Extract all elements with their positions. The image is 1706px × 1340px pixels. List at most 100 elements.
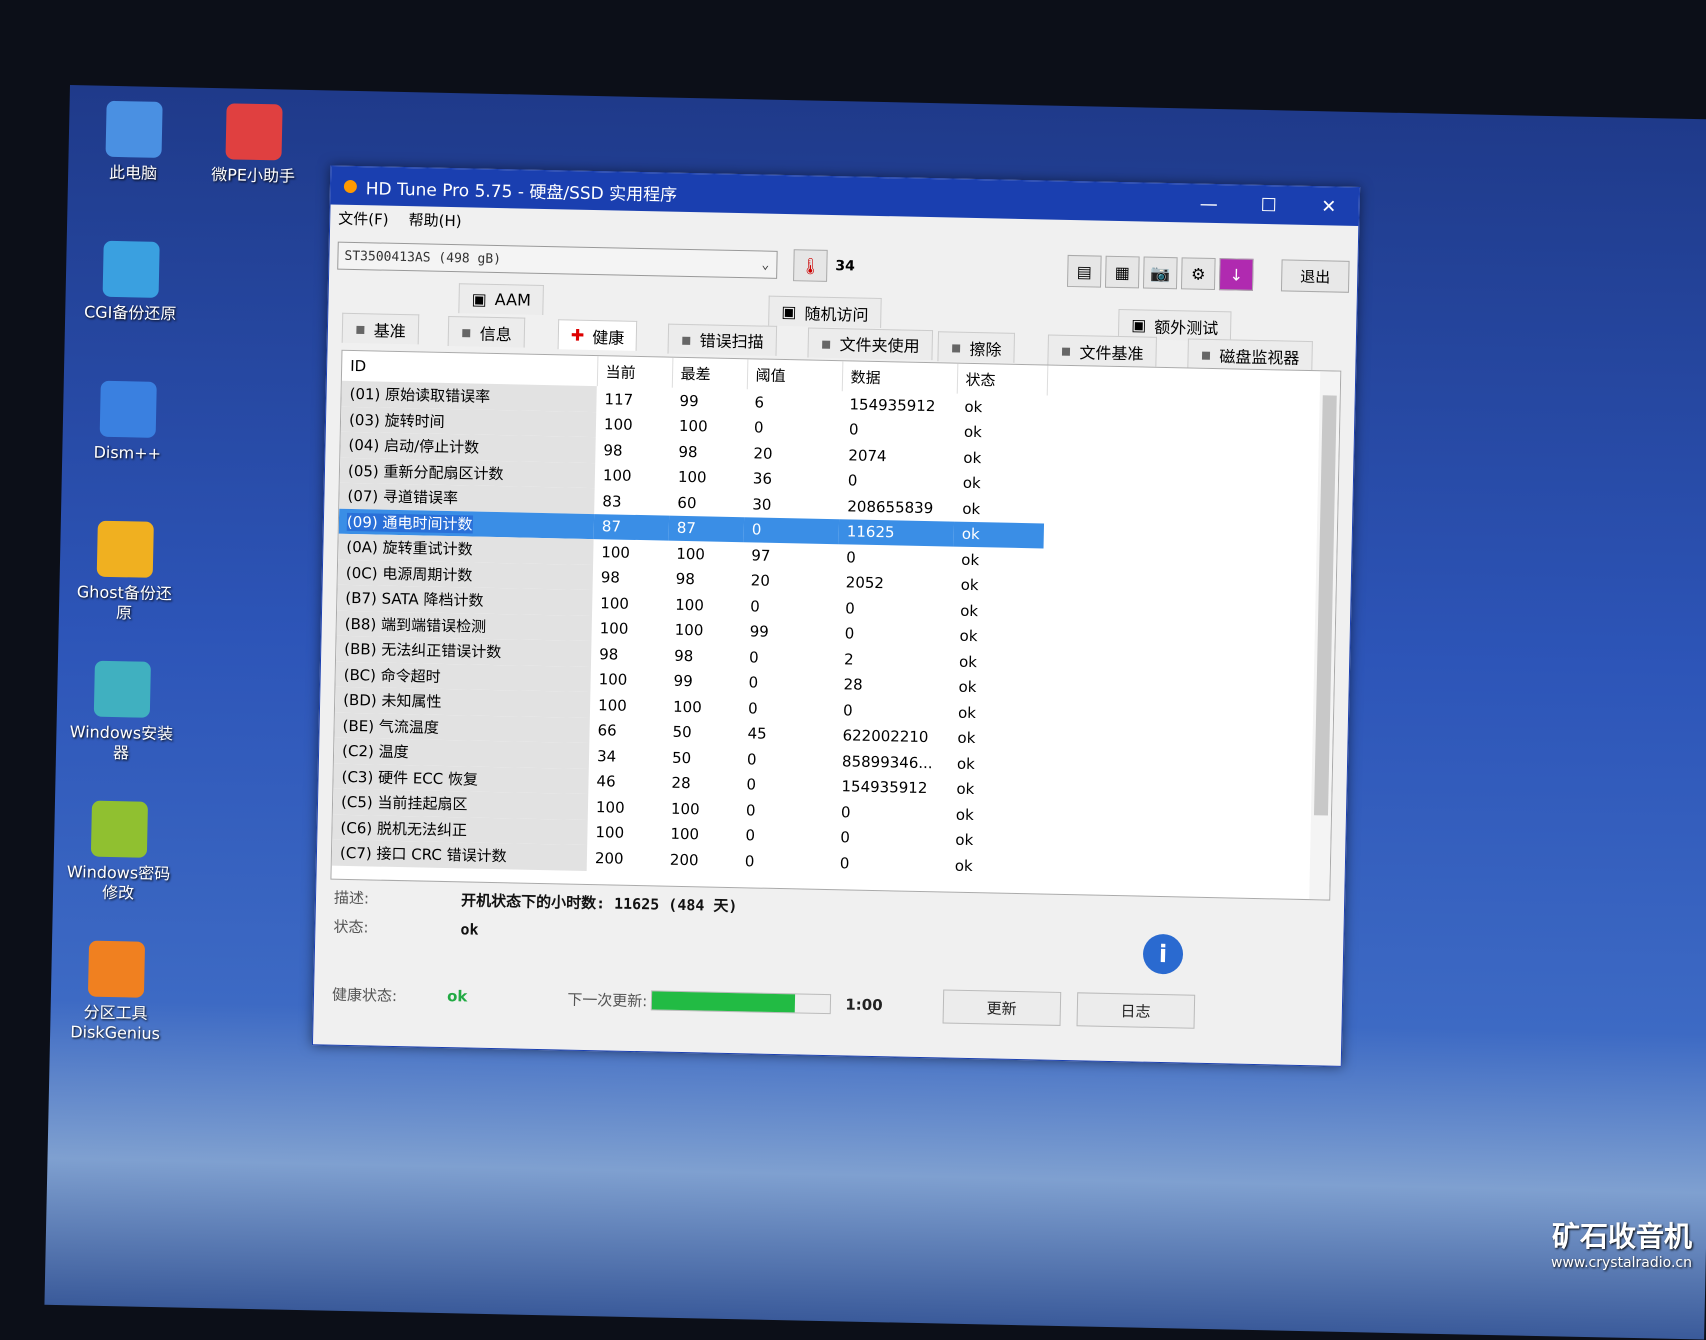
cell-text: 200 bbox=[669, 850, 699, 870]
scrollbar-thumb[interactable] bbox=[1313, 395, 1337, 816]
tab-top[interactable]: ▣ 随机访问 bbox=[768, 295, 882, 329]
table-cell: 36 bbox=[745, 466, 841, 493]
cell-text: 50 bbox=[672, 723, 692, 742]
cell-text: 20 bbox=[753, 444, 773, 463]
table-cell: 100 bbox=[588, 794, 664, 821]
table-cell: 100 bbox=[590, 667, 666, 694]
tab[interactable]: ▪ 错误扫描 bbox=[667, 323, 777, 356]
table-cell: 98 bbox=[591, 641, 667, 668]
minimize-button[interactable]: — bbox=[1179, 193, 1239, 215]
desktop-icon[interactable]: Dism++ bbox=[72, 380, 184, 464]
maximize-button[interactable]: ☐ bbox=[1239, 194, 1299, 216]
cell-text: 0 bbox=[748, 673, 759, 692]
cell-text: 100 bbox=[674, 621, 704, 640]
table-cell: 20 bbox=[745, 440, 841, 467]
desktop-icon[interactable]: 此电脑 bbox=[78, 100, 190, 184]
table-cell: 200 bbox=[662, 847, 738, 874]
cell-text: (C7) 接口 CRC 错误计数 bbox=[339, 844, 507, 866]
cell-text: ok bbox=[963, 448, 982, 467]
table-cell: 622002210 bbox=[834, 723, 950, 751]
app-icon: ● bbox=[342, 175, 359, 197]
cell-text: 100 bbox=[601, 542, 631, 562]
table-cell: 0 bbox=[739, 746, 835, 773]
cell-text: 0 bbox=[839, 854, 850, 873]
column-header[interactable]: 最差 bbox=[671, 357, 748, 390]
desktop-icon-label: 此电脑 bbox=[108, 162, 158, 183]
options-button[interactable]: ⚙ bbox=[1180, 257, 1216, 291]
table-cell: 100 bbox=[668, 541, 744, 568]
desktop-icon[interactable]: Windows密码修改 bbox=[63, 800, 175, 904]
tab-icon: ▣ bbox=[471, 289, 487, 309]
desktop-icon-label: Windows密码修改 bbox=[66, 862, 171, 903]
cell-text: 99 bbox=[679, 391, 699, 410]
tab[interactable]: ▪ 擦除 bbox=[937, 331, 1015, 363]
table-cell: 87 bbox=[593, 513, 670, 541]
desktop-icon[interactable]: CGI备份还原 bbox=[75, 240, 187, 324]
table-cell: (C7) 接口 CRC 错误计数 bbox=[331, 839, 588, 871]
tab[interactable]: ▪ 磁盘监视器 bbox=[1187, 338, 1313, 372]
tab[interactable]: ▪ 文件基准 bbox=[1047, 334, 1157, 367]
tab-top[interactable]: ▣ AAM bbox=[458, 283, 545, 315]
tab[interactable]: ▪ 基准 bbox=[341, 312, 420, 345]
exit-button[interactable]: 退出 bbox=[1280, 259, 1350, 293]
cell-text: 100 bbox=[597, 695, 627, 715]
download-button[interactable]: ↓ bbox=[1218, 258, 1254, 291]
tab-label: 文件夹使用 bbox=[839, 335, 920, 357]
cell-text: (B7) SATA 降档计数 bbox=[345, 589, 484, 611]
close-button[interactable]: ✕ bbox=[1299, 195, 1359, 217]
table-cell: 100 bbox=[591, 616, 667, 643]
smart-table: ID 当前 最差 阈值 数据 状态 (01) 原始读取错误率 117 99 6 154935912 o… bbox=[331, 350, 1048, 880]
cell-text: 208655839 bbox=[847, 497, 934, 517]
table-cell: 154935912 bbox=[841, 391, 957, 419]
tab[interactable]: ✚ 健康 bbox=[557, 319, 638, 352]
column-header[interactable]: 当前 bbox=[596, 356, 673, 388]
table-cell: 60 bbox=[669, 490, 745, 517]
table-cell: 0 bbox=[740, 670, 836, 697]
table-cell: 0 bbox=[738, 772, 834, 799]
table-cell: 100 bbox=[667, 592, 743, 619]
menu-help[interactable]: 帮助(H) bbox=[408, 209, 461, 231]
desktop-icon[interactable]: Ghost备份还原 bbox=[69, 520, 181, 624]
table-cell: ok bbox=[950, 674, 1041, 701]
cell-text: 0 bbox=[846, 548, 857, 567]
table-cell: 50 bbox=[664, 745, 740, 772]
menu-file[interactable]: 文件(F) bbox=[338, 207, 389, 229]
tab-label: 文件基准 bbox=[1079, 342, 1144, 364]
cell-text: 0 bbox=[845, 599, 855, 618]
column-header[interactable]: 数据 bbox=[841, 361, 958, 394]
tab[interactable]: ▪ 信息 bbox=[447, 316, 526, 348]
cell-text: 0 bbox=[748, 648, 759, 667]
copy-image-button[interactable]: ▦ bbox=[1104, 255, 1140, 289]
log-button[interactable]: 日志 bbox=[1076, 992, 1195, 1029]
cell-text: 2052 bbox=[845, 573, 885, 593]
column-header[interactable]: 状态 bbox=[956, 363, 1048, 396]
cell-text: 46 bbox=[596, 772, 616, 791]
screenshot-button[interactable]: 📷 bbox=[1142, 256, 1178, 290]
desktop-icon-image bbox=[102, 240, 160, 298]
info-icon[interactable]: i bbox=[1142, 933, 1184, 975]
cell-text: 0 bbox=[744, 852, 755, 871]
desktop-icon[interactable]: 分区工具DiskGenius bbox=[60, 940, 172, 1044]
next-update-time: 1:00 bbox=[845, 995, 883, 1015]
desktop-icon-label: Ghost备份还原 bbox=[76, 582, 173, 623]
cell-text: 98 bbox=[675, 570, 696, 589]
copy-text-button[interactable]: ▤ bbox=[1066, 254, 1102, 288]
cell-text: 99 bbox=[673, 672, 693, 691]
table-cell: 6 bbox=[746, 389, 842, 416]
table-cell: 100 bbox=[663, 796, 739, 823]
tab[interactable]: ▪ 文件夹使用 bbox=[807, 327, 933, 360]
desktop-icon[interactable]: Windows安装器 bbox=[66, 660, 178, 764]
table-cell: 30 bbox=[744, 491, 840, 518]
table-cell: 50 bbox=[664, 719, 740, 746]
tab-label: 随机访问 bbox=[804, 303, 869, 325]
desktop-icon[interactable]: 微PE小助手 bbox=[198, 103, 310, 187]
cell-text: 0 bbox=[844, 624, 855, 643]
refresh-button[interactable]: 更新 bbox=[942, 989, 1061, 1026]
desktop-icon-image bbox=[99, 380, 157, 438]
column-header[interactable]: 阈值 bbox=[746, 359, 843, 392]
table-cell: ok bbox=[953, 547, 1044, 574]
drive-select[interactable]: ST3500413AS (498 gB) ⌄ bbox=[337, 241, 778, 279]
table-cell: 98 bbox=[595, 437, 671, 464]
description-label: 描述: bbox=[333, 888, 370, 908]
scrollbar[interactable] bbox=[1309, 371, 1341, 900]
